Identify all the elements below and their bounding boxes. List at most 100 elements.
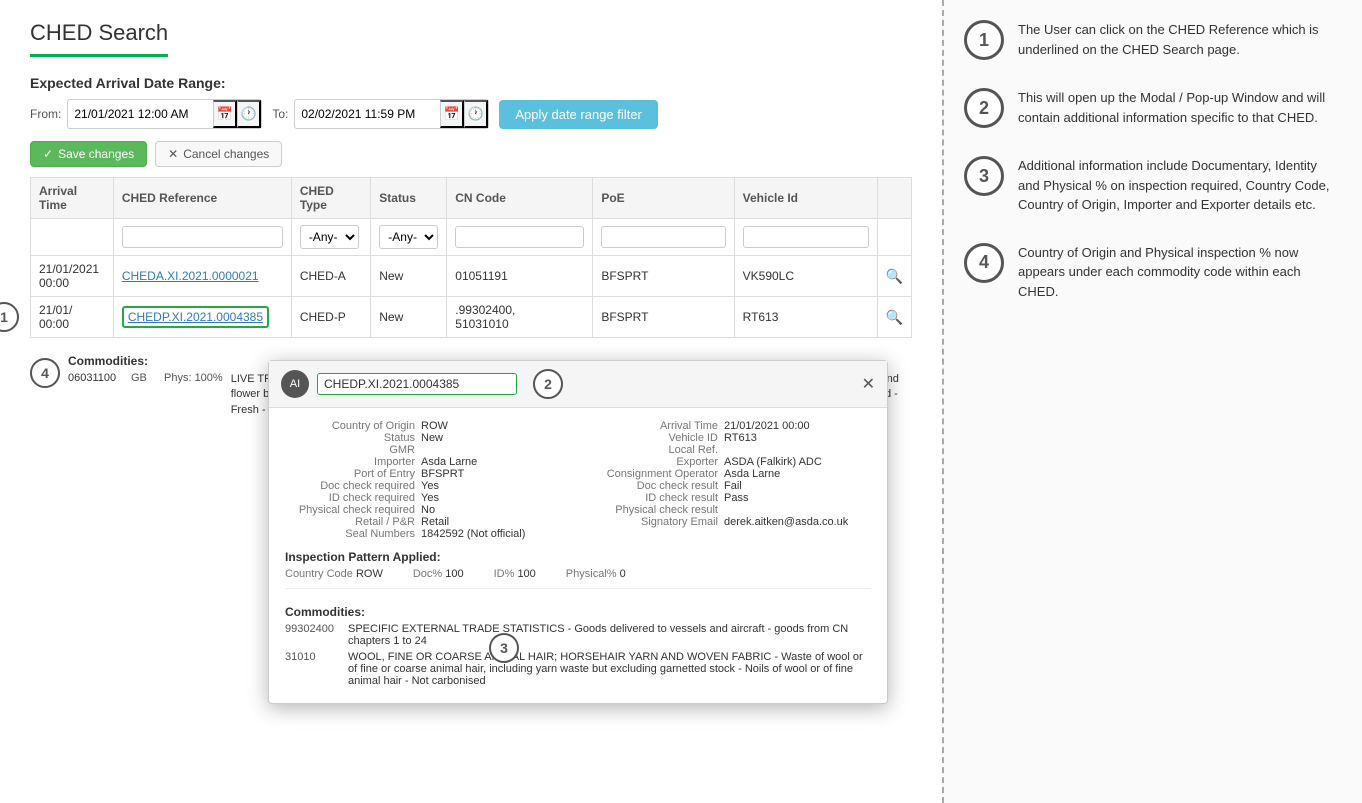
cell-poe-1: BFSPRT (593, 256, 734, 297)
filter-ched-ref (113, 219, 291, 256)
cell-status-2: New (371, 297, 447, 338)
table-row: 1 21/01/00:00 CHEDP.XI.2021.0004385 CHED… (31, 297, 912, 338)
modal-vehicle-value: RT613 (724, 432, 757, 444)
date-range-section: Expected Arrival Date Range: From: 📅 🕐 T… (30, 75, 912, 129)
modal-id-result-label: ID check result (588, 492, 718, 504)
status-filter-select[interactable]: -Any- (379, 225, 438, 249)
modal-row-id-req: ID check required Yes (285, 492, 568, 504)
instruction-item-4: 4 Country of Origin and Physical inspect… (964, 243, 1342, 302)
row-search-button-2[interactable]: 🔍 (886, 309, 903, 326)
to-label: To: (272, 107, 288, 121)
checkmark-icon: ✓ (43, 147, 53, 161)
to-clock-icon[interactable]: 🕐 (464, 100, 488, 128)
apply-date-range-button[interactable]: Apply date range filter (499, 100, 657, 129)
modal-row-status: Status New (285, 432, 568, 444)
cell-search-1: 🔍 (877, 256, 911, 297)
right-panel: 1 The User can click on the CHED Referen… (942, 0, 1362, 803)
modal-commodity-code-1: 99302400 (285, 623, 340, 647)
cell-ched-ref-1: CHEDA.XI.2021.0000021 (113, 256, 291, 297)
modal-retail-label: Retail / P&R (285, 516, 415, 528)
instruction-circle-3: 3 (964, 156, 1004, 196)
annotation-3-circle: 3 (489, 633, 519, 663)
modal-close-button[interactable]: ✕ (862, 374, 875, 394)
filter-status: -Any- (371, 219, 447, 256)
filter-vehicle-id (734, 219, 877, 256)
filter-empty (877, 219, 911, 256)
modal-commodity-row-1: 99302400 SPECIFIC EXTERNAL TRADE STATIST… (285, 623, 871, 647)
th-poe: PoE (593, 178, 734, 219)
modal-row-id-result: ID check result Pass (588, 492, 871, 504)
cancel-changes-label: Cancel changes (183, 147, 269, 161)
page-title: CHED Search (30, 20, 168, 57)
instruction-text-3: Additional information include Documenta… (1018, 156, 1342, 215)
insp-id: ID% 100 (494, 568, 536, 580)
modal-row-doc-req: Doc check required Yes (285, 480, 568, 492)
cell-search-2: 🔍 (877, 297, 911, 338)
modal-phys-req-value: No (421, 504, 435, 516)
inspection-pattern-row: Country Code ROW Doc% 100 ID% 100 Physic… (285, 568, 871, 580)
cancel-changes-button[interactable]: ✕ Cancel changes (155, 141, 282, 167)
modal-doc-req-label: Doc check required (285, 480, 415, 492)
insp-id-label: ID% (494, 568, 515, 580)
modal-commodity-desc-2: WOOL, FINE OR COARSE ANIMAL HAIR; HORSEH… (348, 651, 871, 687)
modal-row-local-ref: Local Ref. (588, 444, 871, 456)
modal-exporter-label: Exporter (588, 456, 718, 468)
cell-ched-type-1: CHED-A (291, 256, 370, 297)
filter-cn-code (447, 219, 593, 256)
modal-row-signatory: Signatory Email derek.aitken@asda.co.uk (588, 516, 871, 528)
to-field-group: To: 📅 🕐 (272, 99, 489, 129)
modal-row-seal: Seal Numbers 1842592 (Not official) (285, 528, 568, 540)
ched-type-filter-select[interactable]: -Any- (300, 225, 359, 249)
poe-filter-input[interactable] (601, 226, 725, 248)
cn-code-filter-input[interactable] (455, 226, 584, 248)
modal-seal-value: 1842592 (Not official) (421, 528, 525, 540)
insp-doc-value: 100 (445, 568, 463, 580)
table-header-row: Arrival Time CHED Reference CHED Type St… (31, 178, 912, 219)
action-bar: ✓ Save changes ✕ Cancel changes (30, 141, 912, 167)
modal-row-country: Country of Origin ROW (285, 420, 568, 432)
instruction-item-3: 3 Additional information include Documen… (964, 156, 1342, 215)
cell-poe-2: BFSPRT (593, 297, 734, 338)
date-range-label: Expected Arrival Date Range: (30, 75, 912, 91)
to-date-input[interactable] (295, 102, 440, 126)
modal-ref-input[interactable] (317, 373, 517, 395)
modal-phys-result-label: Physical check result (588, 504, 718, 516)
ched-ref-link-1[interactable]: CHEDA.XI.2021.0000021 (122, 269, 259, 283)
modal-importer-value: Asda Larne (421, 456, 477, 468)
save-changes-button[interactable]: ✓ Save changes (30, 141, 147, 167)
cell-ched-type-2: CHED-P (291, 297, 370, 338)
instruction-text-1: The User can click on the CHED Reference… (1018, 20, 1342, 59)
ched-ref-filter-input[interactable] (122, 226, 283, 248)
main-content: CHED Search Expected Arrival Date Range:… (0, 0, 942, 803)
modal-overlay: AI 2 ✕ Country of Origin ROW (268, 360, 888, 704)
modal-fields-grid: Country of Origin ROW Status New GMR (285, 420, 871, 540)
commodity-gb: GB (131, 372, 156, 418)
insp-country-code: Country Code ROW (285, 568, 383, 580)
th-actions (877, 178, 911, 219)
from-clock-icon[interactable]: 🕐 (237, 100, 261, 128)
from-calendar-icon[interactable]: 📅 (213, 100, 237, 128)
th-status: Status (371, 178, 447, 219)
modal-poe-label: Port of Entry (285, 468, 415, 480)
modal-poe-value: BFSPRT (421, 468, 464, 480)
modal-commodity-code-2: 31010 (285, 651, 340, 687)
commodity-code: 06031100 (68, 372, 123, 418)
modal-doc-result-label: Doc check result (588, 480, 718, 492)
instruction-circle-4: 4 (964, 243, 1004, 283)
modal-row-consignment: Consignment Operator Asda Larne (588, 468, 871, 480)
vehicle-id-filter-input[interactable] (743, 226, 869, 248)
row-search-button-1[interactable]: 🔍 (886, 268, 903, 285)
ched-ref-link-2[interactable]: CHEDP.XI.2021.0004385 (122, 306, 269, 328)
modal-arrival-value: 21/01/2021 00:00 (724, 420, 810, 432)
to-calendar-icon[interactable]: 📅 (440, 100, 464, 128)
instruction-text-2: This will open up the Modal / Pop-up Win… (1018, 88, 1342, 127)
from-date-input[interactable] (68, 102, 213, 126)
insp-phys-value: 0 (620, 568, 626, 580)
modal-gmr-label: GMR (285, 444, 415, 456)
modal-commodity-desc-1: SPECIFIC EXTERNAL TRADE STATISTICS - Goo… (348, 623, 871, 647)
cell-cn-code-2: .99302400,51031010 (447, 297, 593, 338)
modal-seal-label: Seal Numbers (285, 528, 415, 540)
modal-exporter-value: ASDA (Falkirk) ADC (724, 456, 822, 468)
modal-arrival-label: Arrival Time (588, 420, 718, 432)
from-field-group: From: 📅 🕐 (30, 99, 262, 129)
